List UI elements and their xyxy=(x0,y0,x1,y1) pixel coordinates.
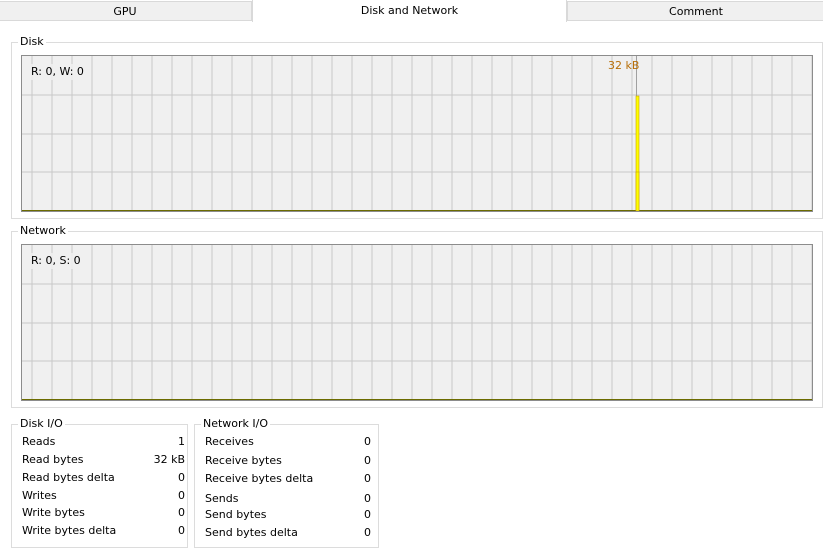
disk-io-row: Read bytes delta 0 xyxy=(22,470,185,486)
disk-io-row: Writes 0 xyxy=(22,488,185,504)
disk-graph-label: R: 0, W: 0 xyxy=(28,64,87,80)
tab-comment-label: Comment xyxy=(669,5,723,18)
network-io-row: Receive bytes 0 xyxy=(205,453,371,469)
network-io-row: Sends 0 xyxy=(205,491,371,507)
tab-disk-and-network[interactable]: Disk and Network xyxy=(252,0,567,22)
network-group: Network R: 0, S: 0 xyxy=(11,224,823,408)
tab-gpu-label: GPU xyxy=(113,5,137,18)
disk-group-title: Disk xyxy=(18,35,46,49)
disk-graph: R: 0, W: 0 32 kB xyxy=(21,55,813,212)
send-bytes-label: Send bytes xyxy=(205,508,267,521)
receive-bytes-label: Receive bytes xyxy=(205,454,282,467)
tab-comment[interactable]: Comment xyxy=(567,1,823,20)
writes-label: Writes xyxy=(22,489,57,502)
receives-label: Receives xyxy=(205,435,254,448)
read-bytes-delta-label: Read bytes delta xyxy=(22,471,115,484)
network-graph: R: 0, S: 0 xyxy=(21,244,813,401)
reads-label: Reads xyxy=(22,435,56,448)
send-bytes-delta-value: 0 xyxy=(364,526,371,539)
network-io-row: Receives 0 xyxy=(205,434,371,450)
disk-read-spike-lower xyxy=(635,171,640,211)
write-bytes-delta-value: 0 xyxy=(178,524,185,537)
reads-value: 1 xyxy=(178,435,185,448)
receive-bytes-delta-label: Receive bytes delta xyxy=(205,472,314,485)
network-io-row: Send bytes 0 xyxy=(205,507,371,523)
disk-group: Disk R: 0, W: 0 32 kB xyxy=(11,35,823,219)
tab-strip: GPU Disk and Network Comment xyxy=(0,0,823,22)
disk-io-row: Write bytes delta 0 xyxy=(22,523,185,539)
sends-value: 0 xyxy=(364,492,371,505)
disk-io-title: Disk I/O xyxy=(18,417,65,431)
writes-value: 0 xyxy=(178,489,185,502)
write-bytes-value: 0 xyxy=(178,506,185,519)
send-bytes-delta-label: Send bytes delta xyxy=(205,526,298,539)
read-bytes-delta-value: 0 xyxy=(178,471,185,484)
sends-label: Sends xyxy=(205,492,239,505)
network-group-title: Network xyxy=(18,224,68,238)
receive-bytes-delta-value: 0 xyxy=(364,472,371,485)
write-bytes-label: Write bytes xyxy=(22,506,85,519)
receive-bytes-value: 0 xyxy=(364,454,371,467)
disk-graph-plot xyxy=(22,56,812,211)
disk-io-row: Reads 1 xyxy=(22,434,185,450)
network-io-row: Send bytes delta 0 xyxy=(205,525,371,541)
network-io-group: Network I/O Receives 0 Receive bytes 0 R… xyxy=(194,417,379,548)
disk-peak-label: 32 kB xyxy=(608,59,640,72)
network-graph-label: R: 0, S: 0 xyxy=(28,253,84,269)
network-io-title: Network I/O xyxy=(201,417,271,431)
network-io-row: Receive bytes delta 0 xyxy=(205,471,371,487)
receives-value: 0 xyxy=(364,435,371,448)
disk-io-group: Disk I/O Reads 1 Read bytes 32 kB Read b… xyxy=(11,417,188,548)
tab-gpu[interactable]: GPU xyxy=(0,1,252,20)
read-bytes-value: 32 kB xyxy=(153,453,185,466)
disk-io-row: Write bytes 0 xyxy=(22,505,185,521)
disk-io-row: Read bytes 32 kB xyxy=(22,452,185,468)
read-bytes-label: Read bytes xyxy=(22,453,84,466)
write-bytes-delta-label: Write bytes delta xyxy=(22,524,117,537)
tab-disk-and-network-label: Disk and Network xyxy=(360,4,459,17)
sysinfo-window: GPU Disk and Network Comment Disk R: 0, … xyxy=(0,0,823,548)
network-graph-plot xyxy=(22,245,812,400)
send-bytes-value: 0 xyxy=(364,508,371,521)
